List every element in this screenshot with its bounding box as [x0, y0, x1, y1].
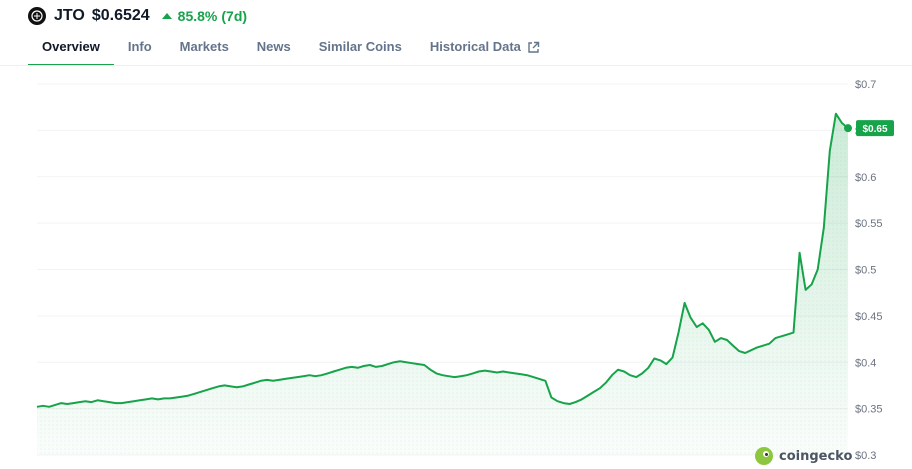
y-tick-label: $0.3: [855, 450, 876, 462]
y-tick-label: $0.7: [855, 79, 876, 91]
y-tick-label: $0.5: [855, 265, 876, 277]
area-dots: [37, 113, 848, 455]
y-tick-label: $0.35: [855, 404, 883, 416]
chart-area: [37, 113, 848, 455]
coingecko-watermark: coingecko: [755, 447, 852, 465]
y-tick-label: $0.4: [855, 357, 876, 369]
y-tick-label: $0.55: [855, 218, 883, 230]
current-price-dot: [844, 124, 852, 133]
y-tick-label: $0.6: [855, 172, 876, 184]
y-tick-label: $0.45: [855, 311, 883, 323]
y-axis: $0.3$0.35$0.4$0.45$0.5$0.55$0.6$0.65$0.7: [855, 79, 883, 462]
coingecko-logo-icon: [755, 447, 773, 465]
price-tag-label: $0.65: [862, 124, 887, 135]
watermark-text: coingecko: [779, 448, 853, 464]
price-chart[interactable]: $0.3 $0.35 $0.4 $0.45 $0.5 $0.55 $0.6 $0.65 $0.7…: [0, 0, 912, 469]
current-price-tag: $0.65: [856, 120, 894, 137]
